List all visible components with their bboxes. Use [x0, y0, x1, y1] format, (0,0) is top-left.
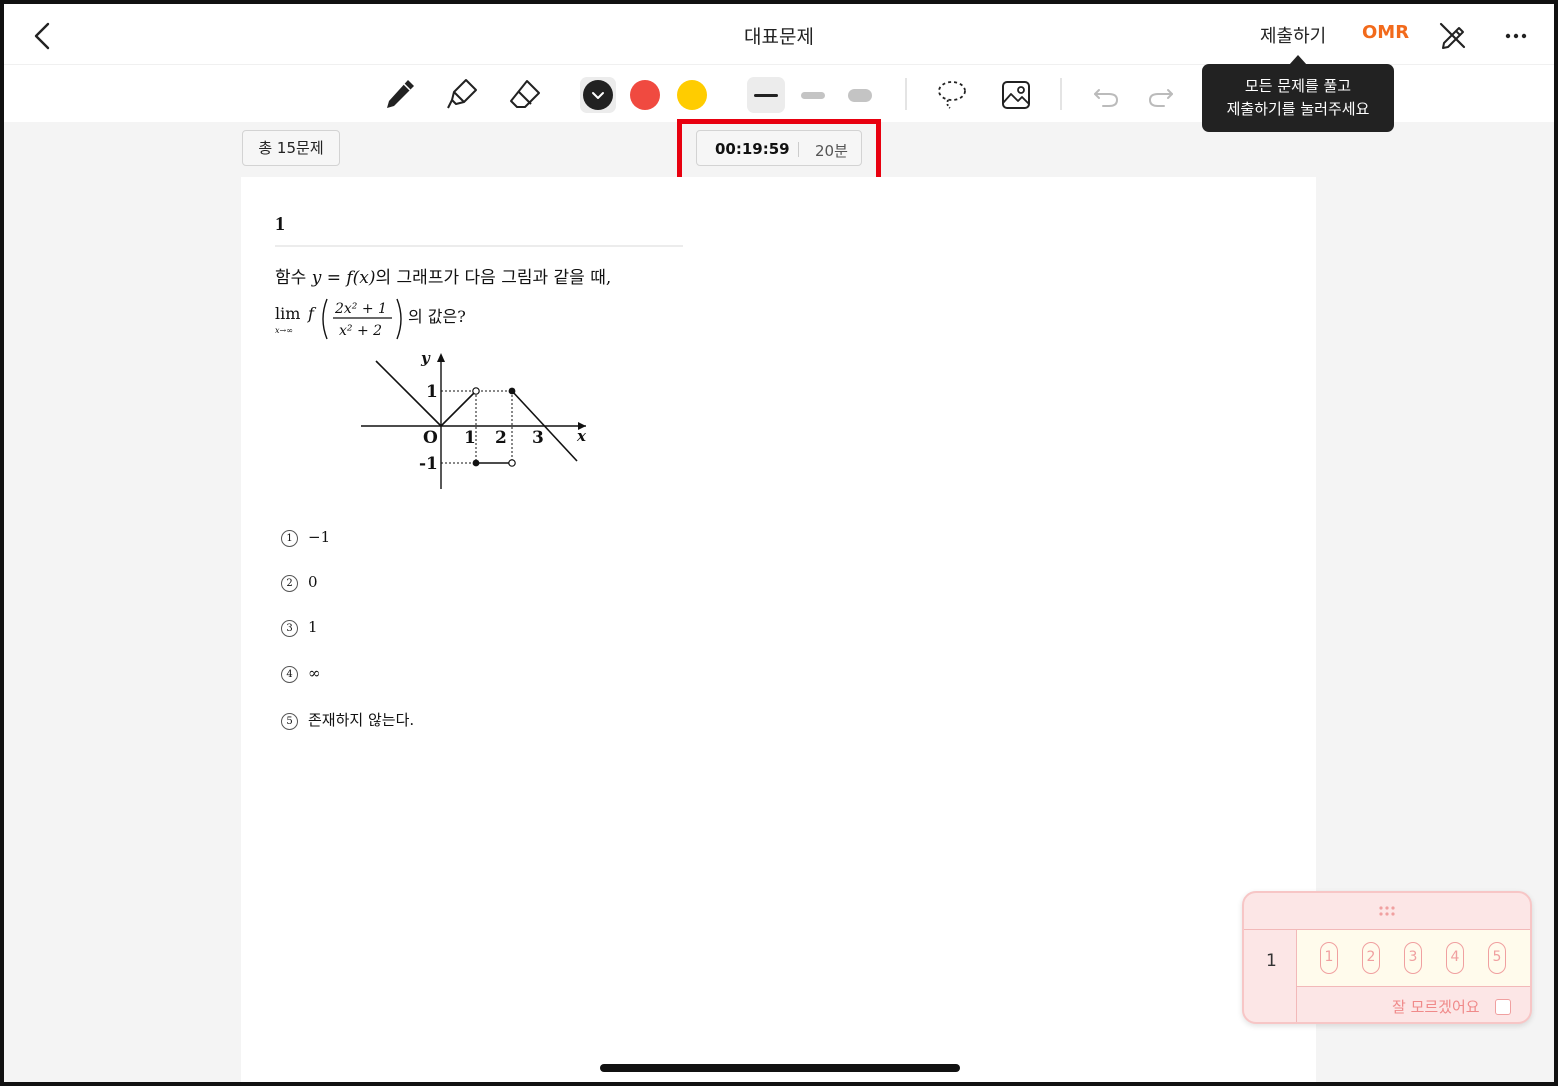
y-axis-arrow: [437, 353, 445, 362]
choice-4[interactable]: 4 ∞: [281, 664, 321, 683]
limit-numerator: 2x² + 1: [334, 301, 387, 317]
image-icon: [1002, 81, 1030, 109]
choice-2[interactable]: 20: [281, 573, 318, 592]
tooltip-line-2: 제출하기를 눌러주세요: [1226, 100, 1370, 118]
omr-divider: [1297, 986, 1530, 987]
header: 대표문제 제출하기 OMR: [4, 4, 1554, 65]
lasso-icon: [938, 81, 966, 109]
undo-button[interactable]: [1087, 77, 1123, 117]
choice-text: ∞: [308, 664, 321, 682]
closed-point: [472, 459, 480, 467]
drag-grip-icon: [1379, 906, 1395, 916]
eraser-icon: [510, 80, 540, 108]
unsure-checkbox[interactable]: [1495, 999, 1511, 1015]
origin-label: O: [423, 428, 438, 448]
color-yellow[interactable]: [677, 80, 707, 110]
color-black[interactable]: [583, 80, 613, 110]
submit-tooltip: 모든 문제를 풀고 제출하기를 눌러주세요: [1202, 64, 1394, 132]
x-tick-2: 2: [495, 428, 507, 448]
omr-panel[interactable]: 1 1 2 3 4 5 잘 모르겠어요: [1242, 891, 1532, 1024]
choice-5[interactable]: 5 존재하지 않는다.: [281, 709, 414, 730]
limit-denominator: x² + 2: [339, 323, 382, 339]
app-window: 대표문제 제출하기 OMR 모든 문제를 풀고 제출하기를 눌러주세요 총 15…: [0, 0, 1558, 1086]
toolbar-divider: [905, 78, 907, 110]
function-graph: y x O 1 2 3 1 -1: [361, 349, 591, 489]
choice-text: 1: [308, 618, 318, 636]
stroke-thin[interactable]: [754, 94, 778, 97]
choice-3[interactable]: 31: [281, 618, 318, 637]
pen-off-icon: [1439, 22, 1466, 49]
choice-text: 0: [308, 573, 318, 591]
x-tick-1: 1: [464, 428, 476, 448]
lasso-tool[interactable]: [934, 77, 970, 117]
open-point: [472, 387, 480, 395]
omr-bubble-4[interactable]: 4: [1446, 942, 1464, 974]
more-icon: [1505, 33, 1527, 39]
tooltip-line-1: 모든 문제를 풀고: [1244, 77, 1352, 95]
pen-off-button[interactable]: [1436, 19, 1468, 51]
home-indicator: [600, 1064, 960, 1072]
choice-mark: 5: [281, 712, 298, 730]
stroke-medium[interactable]: [801, 92, 825, 99]
stroke-thick[interactable]: [848, 89, 872, 102]
image-tool[interactable]: [998, 77, 1034, 117]
more-button[interactable]: [1500, 19, 1532, 51]
question-text-prefix: 함수: [275, 268, 312, 288]
limit-suffix: 의 값은?: [408, 307, 466, 326]
unsure-label: 잘 모르겠어요: [1392, 998, 1480, 1016]
graph-line-rise: [440, 390, 477, 427]
choice-text: 존재하지 않는다.: [308, 711, 415, 729]
x-axis-label: x: [576, 427, 587, 445]
color-red[interactable]: [630, 80, 660, 110]
limit-formula: lim x→∞ f 2x² + 1 x² + 2 의 값은?: [275, 298, 466, 340]
redo-icon: [1148, 89, 1173, 107]
limit-word: lim: [275, 304, 300, 323]
omr-bubble-3[interactable]: 3: [1404, 942, 1422, 974]
x-tick-3: 3: [532, 428, 544, 448]
choice-mark: 1: [281, 529, 298, 547]
question-divider: [275, 245, 683, 247]
limit-func: f: [307, 304, 317, 323]
y-axis-label: y: [420, 349, 431, 367]
closed-point: [508, 387, 516, 395]
question-text: 함수 y = f(x)의 그래프가 다음 그림과 같을 때,: [275, 263, 611, 288]
toolbar-divider: [1060, 78, 1062, 110]
omr-button[interactable]: OMR: [1362, 22, 1409, 43]
highlighter-tool[interactable]: [444, 76, 480, 116]
open-point: [508, 459, 516, 467]
question-count-badge: 총 15문제: [242, 130, 340, 166]
y-tick-neg-1: -1: [419, 454, 438, 474]
omr-bubble-5[interactable]: 5: [1488, 942, 1506, 974]
question-paper[interactable]: 1 함수 y = f(x)의 그래프가 다음 그림과 같을 때, lim x→∞…: [241, 177, 1316, 1082]
omr-answer-row: 1 2 3 4 5: [1297, 930, 1530, 986]
choice-mark: 4: [281, 665, 298, 683]
color-black-swatch: [583, 80, 613, 110]
omr-bubble-2[interactable]: 2: [1362, 942, 1380, 974]
y-tick-1: 1: [426, 382, 438, 402]
limit-subscript: x→∞: [275, 326, 293, 335]
question-text-suffix: 의 그래프가 다음 그림과 같을 때,: [375, 268, 612, 288]
omr-bubble-1[interactable]: 1: [1320, 942, 1338, 974]
limit-expression: lim x→∞ f 2x² + 1 x² + 2 의 값은?: [275, 295, 535, 343]
choice-mark: 3: [281, 619, 298, 637]
highlighter-icon: [447, 79, 477, 109]
question-formula: y = f(x): [311, 268, 376, 288]
pencil-icon: [387, 80, 414, 108]
choice-1[interactable]: 1 −1: [281, 528, 330, 547]
function-graph-svg: y x O 1 2 3 1 -1: [361, 349, 587, 489]
omr-drag-handle[interactable]: [1244, 893, 1530, 929]
redo-button[interactable]: [1144, 77, 1180, 117]
undo-icon: [1094, 89, 1119, 107]
question-number: 1: [275, 213, 285, 235]
eraser-tool[interactable]: [507, 76, 543, 116]
timer-highlight-box: [677, 119, 881, 184]
choice-mark: 2: [281, 574, 298, 592]
pencil-tool[interactable]: [382, 76, 418, 116]
submit-button[interactable]: 제출하기: [1260, 22, 1326, 48]
choice-text: −1: [308, 528, 331, 546]
omr-question-number: 1: [1266, 951, 1277, 971]
